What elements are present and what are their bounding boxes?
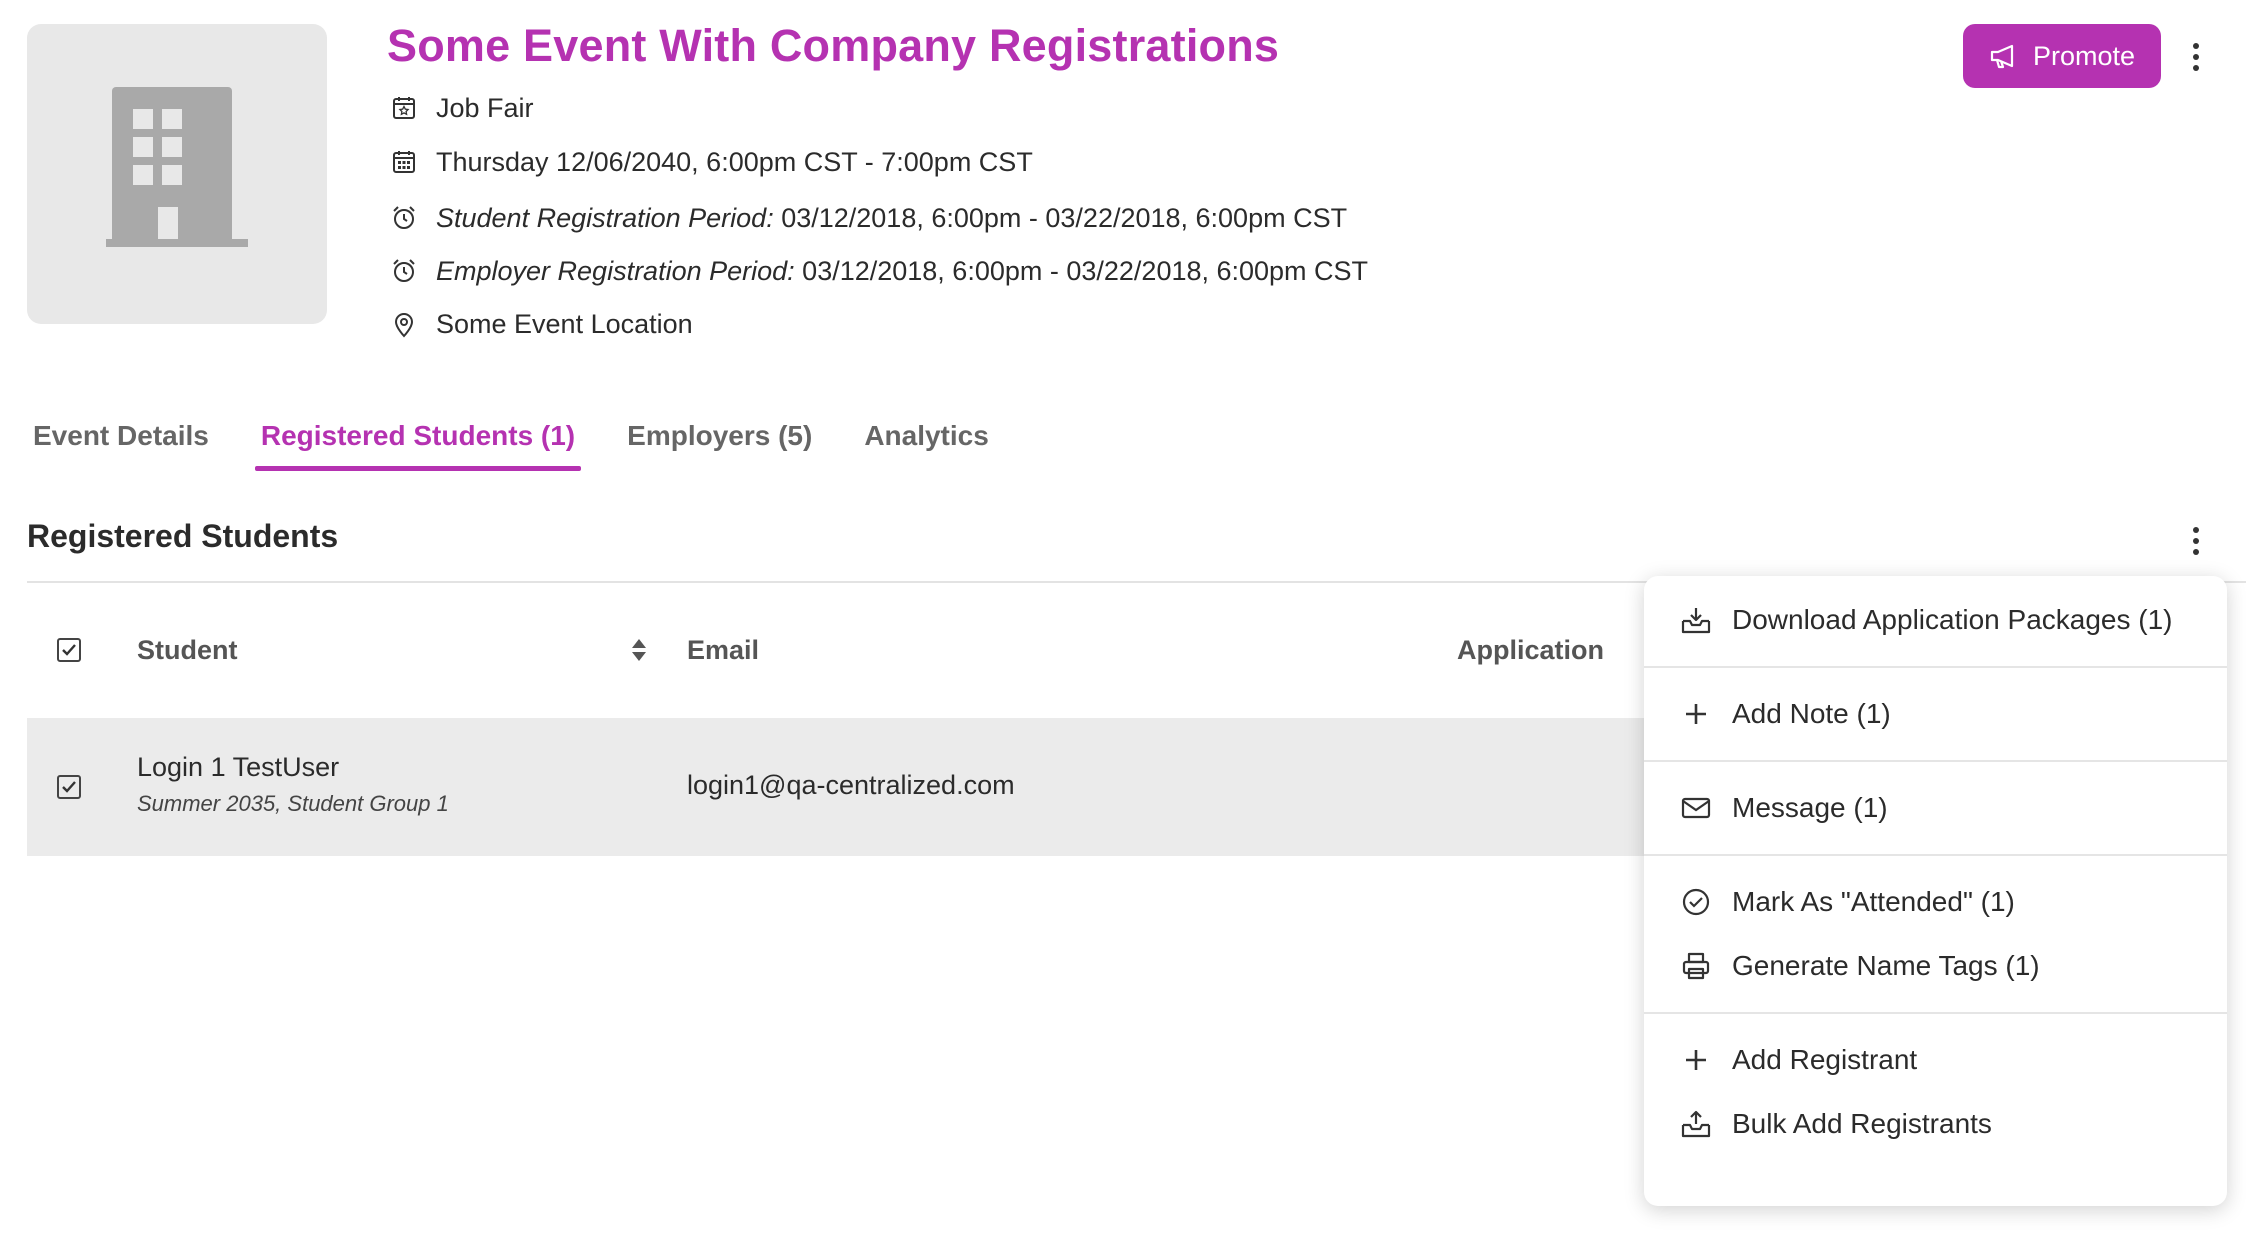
download-tray-icon — [1680, 604, 1712, 636]
event-actions-kebab-icon[interactable] — [2184, 37, 2208, 77]
event-type-row: Job Fair — [390, 88, 534, 128]
printer-icon — [1680, 950, 1712, 982]
student-registration-label: Student Registration Period: — [436, 202, 774, 233]
event-datetime-row: Thursday 12/06/2040, 6:00pm CST - 7:00pm… — [390, 142, 1033, 182]
alarm-icon — [390, 204, 418, 232]
student-registration-row: Student Registration Period: 03/12/2018,… — [390, 198, 1347, 238]
column-email: Email — [687, 634, 760, 665]
event-title: Some Event With Company Registrations — [387, 20, 1280, 71]
plus-icon — [1680, 698, 1712, 730]
table-row[interactable]: Login 1 TestUser Summer 2035, Student Gr… — [27, 718, 1647, 856]
checkbox-icon — [57, 775, 81, 799]
tab-employers[interactable]: Employers (5) — [621, 405, 818, 471]
section-actions-kebab-icon[interactable] — [2184, 521, 2208, 561]
menu-add-note[interactable]: Add Note (1) — [1644, 682, 2227, 746]
building-icon — [106, 87, 248, 247]
menu-bulk-add-registrants[interactable]: Bulk Add Registrants — [1644, 1092, 2227, 1156]
check-circle-icon — [1680, 886, 1712, 918]
employer-registration-label: Employer Registration Period: — [436, 255, 795, 286]
column-student: Student — [137, 634, 238, 665]
location-pin-icon — [390, 310, 418, 338]
student-registration-value: 03/12/2018, 6:00pm - 03/22/2018, 6:00pm … — [773, 202, 1348, 233]
event-location-row: Some Event Location — [390, 304, 693, 344]
promote-label: Promote — [2032, 40, 2136, 71]
tab-analytics[interactable]: Analytics — [858, 405, 995, 471]
megaphone-icon — [1990, 44, 2014, 69]
event-datetime: Thursday 12/06/2040, 6:00pm CST - 7:00pm… — [436, 146, 1033, 177]
menu-download-application-packages[interactable]: Download Application Packages (1) — [1644, 588, 2227, 652]
row-checkbox[interactable] — [57, 775, 81, 799]
bulk-actions-menu: Download Application Packages (1) Add No… — [1644, 576, 2227, 1206]
employer-registration-row: Employer Registration Period: 03/12/2018… — [390, 251, 1368, 291]
menu-mark-attended[interactable]: Mark As "Attended" (1) — [1644, 870, 2227, 934]
select-all-checkbox[interactable] — [57, 600, 81, 700]
student-detail: Summer 2035, Student Group 1 — [137, 791, 449, 816]
student-cell: Login 1 TestUser Summer 2035, Student Gr… — [137, 752, 449, 817]
sort-icon[interactable] — [630, 600, 648, 700]
upload-tray-icon — [1680, 1108, 1712, 1140]
plus-icon — [1680, 1044, 1712, 1076]
student-name[interactable]: Login 1 TestUser — [137, 752, 449, 783]
envelope-icon — [1680, 792, 1712, 824]
menu-generate-name-tags[interactable]: Generate Name Tags (1) — [1644, 934, 2227, 998]
event-thumbnail — [27, 24, 327, 324]
calendar-star-icon — [390, 94, 418, 122]
event-tabs: Event Details Registered Students (1) Em… — [27, 405, 1035, 471]
tab-registered-students[interactable]: Registered Students (1) — [254, 405, 582, 471]
alarm-icon — [390, 257, 418, 285]
column-application: Application — [1457, 634, 1604, 665]
menu-message[interactable]: Message (1) — [1644, 776, 2227, 840]
event-type: Job Fair — [436, 92, 534, 123]
promote-button[interactable]: Promote — [1963, 24, 2161, 88]
section-title: Registered Students — [27, 518, 339, 554]
tab-event-details[interactable]: Event Details — [27, 405, 215, 471]
checkbox-icon — [57, 638, 81, 662]
event-location: Some Event Location — [436, 308, 693, 339]
calendar-icon — [390, 148, 418, 176]
menu-add-registrant[interactable]: Add Registrant — [1644, 1028, 2227, 1092]
student-email: login1@qa-centralized.com — [687, 770, 1015, 800]
employer-registration-value: 03/12/2018, 6:00pm - 03/22/2018, 6:00pm … — [794, 255, 1369, 286]
